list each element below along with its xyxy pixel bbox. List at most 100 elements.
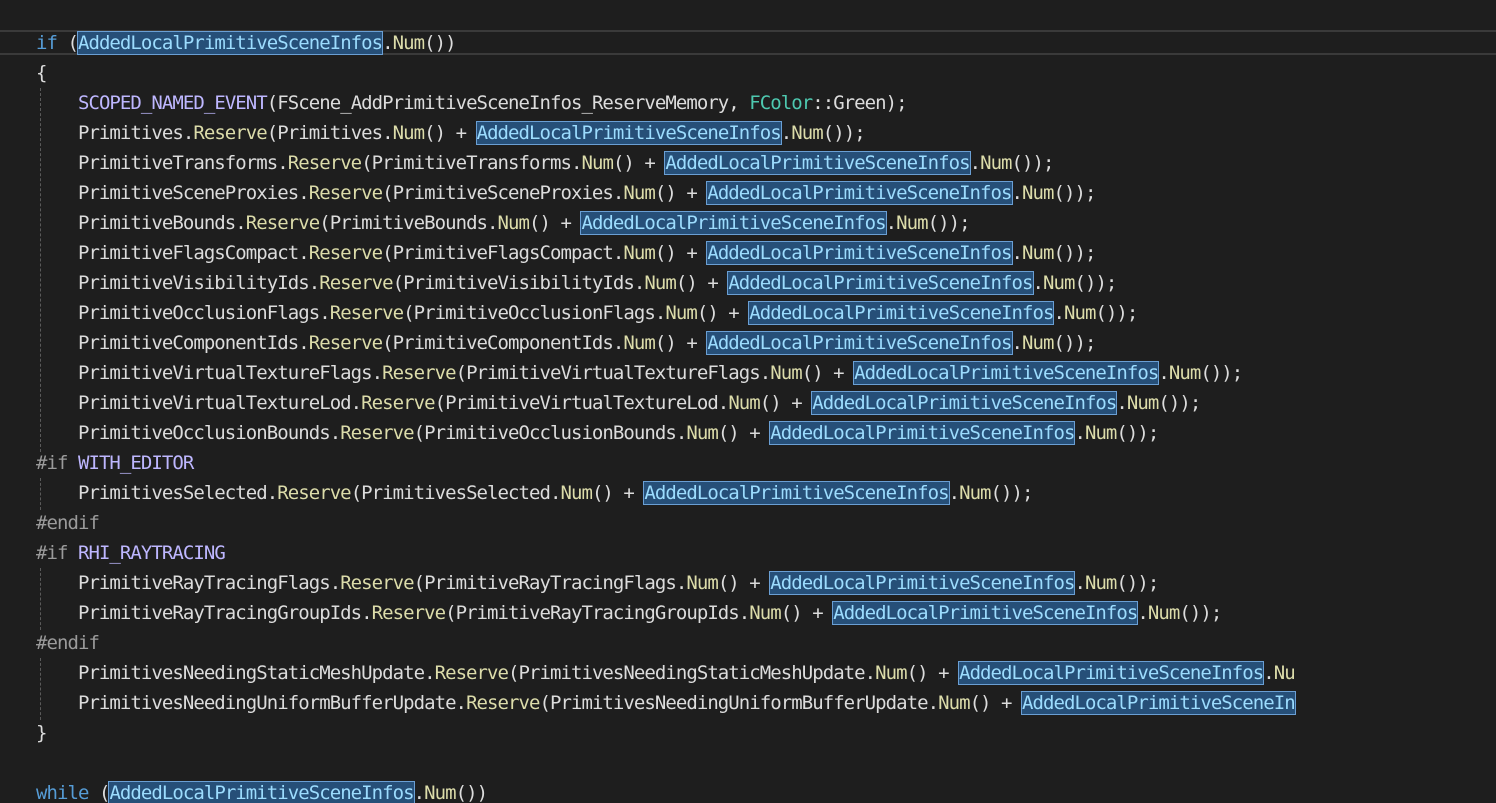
code-token: . (382, 32, 393, 54)
code-token: Num (749, 602, 781, 624)
code-token: #if (36, 452, 78, 474)
code-line[interactable]: Primitives.Reserve(Primitives.Num() + Ad… (36, 118, 866, 148)
code-token: (PrimitiveVisibilityIds. (392, 272, 646, 294)
code-token: ( (88, 782, 110, 803)
code-line[interactable]: while (AddedLocalPrimitiveSceneInfos.Num… (36, 778, 488, 803)
code-token: . (1032, 272, 1044, 294)
code-token: . (885, 212, 897, 234)
code-token: Num (1126, 392, 1159, 414)
highlighted-identifier: AddedLocalPrimitiveSceneInfos (76, 31, 384, 55)
highlighted-identifier: AddedLocalPrimitiveSceneInfos (832, 601, 1139, 625)
code-line[interactable]: PrimitiveVisibilityIds.Reserve(Primitive… (36, 268, 1117, 298)
code-token: Num (392, 32, 425, 54)
highlighted-identifier: AddedLocalPrimitiveSceneInfos (706, 331, 1013, 355)
code-token: . (1074, 422, 1085, 444)
highlighted-identifier: AddedLocalPrimitiveSceneInfos (108, 781, 415, 803)
code-line[interactable]: PrimitiveVirtualTextureFlags.Reserve(Pri… (36, 358, 1243, 388)
code-token: #endif (36, 512, 100, 534)
code-token: PrimitivesSelected. (36, 482, 278, 504)
highlighted-identifier: AddedLocalPrimitiveSceneInfos (958, 661, 1265, 685)
code-line[interactable]: PrimitiveRayTracingGroupIds.Reserve(Prim… (36, 598, 1222, 628)
code-line[interactable]: PrimitiveSceneProxies.Reserve(PrimitiveS… (36, 178, 1096, 208)
code-token: Num (581, 152, 613, 174)
code-line[interactable]: if (AddedLocalPrimitiveSceneInfos.Num()) (36, 28, 457, 58)
code-line[interactable]: PrimitiveTransforms.Reserve(PrimitiveTra… (36, 148, 1054, 178)
code-token: Num (424, 782, 456, 803)
code-token: . (1011, 182, 1023, 204)
code-token: (PrimitiveOcclusionBounds. (413, 422, 688, 444)
code-token: PrimitiveBounds. (36, 212, 247, 234)
code-line[interactable]: PrimitiveOcclusionFlags.Reserve(Primitiv… (36, 298, 1138, 328)
code-token: PrimitiveOcclusionFlags. (36, 302, 331, 324)
code-token: PrimitiveRayTracingGroupIds. (36, 602, 373, 624)
code-token: Num (728, 392, 760, 414)
code-token: (PrimitiveRayTracingFlags. (413, 572, 688, 594)
code-token: ()); (990, 482, 1034, 504)
code-line[interactable]: PrimitiveComponentIds.Reserve(PrimitiveC… (36, 328, 1096, 358)
code-line[interactable]: PrimitiveFlagsCompact.Reserve(PrimitiveF… (36, 238, 1096, 268)
code-token: Reserve (319, 272, 393, 294)
highlighted-identifier: AddedLocalPrimitiveSceneInfos (811, 391, 1118, 415)
code-token: Num (1043, 272, 1075, 294)
highlighted-identifier: AddedLocalPrimitiveSceneInfos (769, 421, 1076, 445)
code-line[interactable]: PrimitiveVirtualTextureLod.Reserve(Primi… (36, 388, 1201, 418)
code-line[interactable]: PrimitiveBounds.Reserve(PrimitiveBounds.… (36, 208, 971, 238)
code-token: Reserve (287, 152, 362, 174)
code-token: #endif (36, 632, 100, 654)
code-token: . (413, 782, 425, 803)
code-token: Reserve (382, 362, 456, 384)
code-token: Primitives. (36, 122, 194, 144)
code-token: Num (1084, 572, 1117, 594)
code-token: Num (791, 122, 823, 144)
code-line[interactable]: PrimitiveOcclusionBounds.Reserve(Primiti… (36, 418, 1159, 448)
code-token: . (1074, 572, 1085, 594)
code-line[interactable]: #if WITH_EDITOR (36, 448, 194, 478)
code-token: (PrimitiveVirtualTextureLod. (434, 392, 730, 414)
highlighted-identifier: AddedLocalPrimitiveSceneInfos (643, 481, 950, 505)
code-token: Num (686, 572, 718, 594)
code-line[interactable]: #endif (36, 628, 100, 658)
code-token: () + (591, 482, 645, 504)
code-token: PrimitiveVirtualTextureFlags. (36, 362, 383, 384)
highlighted-identifier: AddedLocalPrimitiveSceneInfos (475, 121, 782, 145)
code-token: () + (675, 272, 729, 294)
code-token: . (1011, 332, 1023, 354)
code-token: PrimitiveOcclusionBounds. (36, 422, 341, 444)
code-token: . (969, 152, 981, 174)
code-token: Reserve (340, 422, 414, 444)
code-token: Reserve (277, 482, 351, 504)
code-line[interactable]: SCOPED_NAMED_EVENT(FScene_AddPrimitiveSc… (36, 88, 908, 118)
code-token: () + (612, 152, 666, 174)
highlighted-identifier: AddedLocalPrimitiveSceneInfos (727, 271, 1034, 295)
code-token: ()); (1158, 392, 1201, 414)
code-line[interactable]: #endif (36, 508, 100, 538)
code-token: PrimitiveVirtualTextureLod. (36, 392, 362, 414)
code-token: ()); (1053, 332, 1096, 354)
code-line[interactable]: PrimitivesNeedingStaticMeshUpdate.Reserv… (36, 658, 1296, 688)
code-token: Reserve (434, 662, 509, 684)
code-token: . (948, 482, 960, 504)
code-token: Num (1063, 302, 1096, 324)
code-line[interactable]: PrimitivesSelected.Reserve(PrimitivesSel… (36, 478, 1033, 508)
code-token: Num (665, 302, 697, 324)
code-token: Num (623, 242, 655, 264)
code-token: Num (770, 362, 802, 384)
code-token: Reserve (308, 182, 383, 204)
code-line[interactable]: PrimitivesNeedingUniformBufferUpdate.Res… (36, 688, 1296, 718)
code-line[interactable]: #if RHI_RAYTRACING (36, 538, 226, 568)
code-token: () + (654, 242, 708, 264)
code-editor[interactable]: if (AddedLocalPrimitiveSceneInfos.Num())… (0, 0, 1496, 803)
code-line[interactable]: { (36, 58, 47, 88)
code-token: Num (686, 422, 718, 444)
code-token: Reserve (193, 122, 267, 144)
code-token: . (1053, 302, 1064, 324)
code-token: (PrimitiveOcclusionFlags. (403, 302, 666, 324)
code-token: . (1011, 242, 1023, 264)
code-line[interactable]: } (36, 718, 47, 748)
code-token: Num (497, 212, 530, 234)
code-token: () + (696, 302, 750, 324)
code-token: . (780, 122, 792, 144)
code-token: ()); (1116, 572, 1159, 594)
code-token: (Primitives. (266, 122, 394, 144)
code-line[interactable]: PrimitiveRayTracingFlags.Reserve(Primiti… (36, 568, 1159, 598)
